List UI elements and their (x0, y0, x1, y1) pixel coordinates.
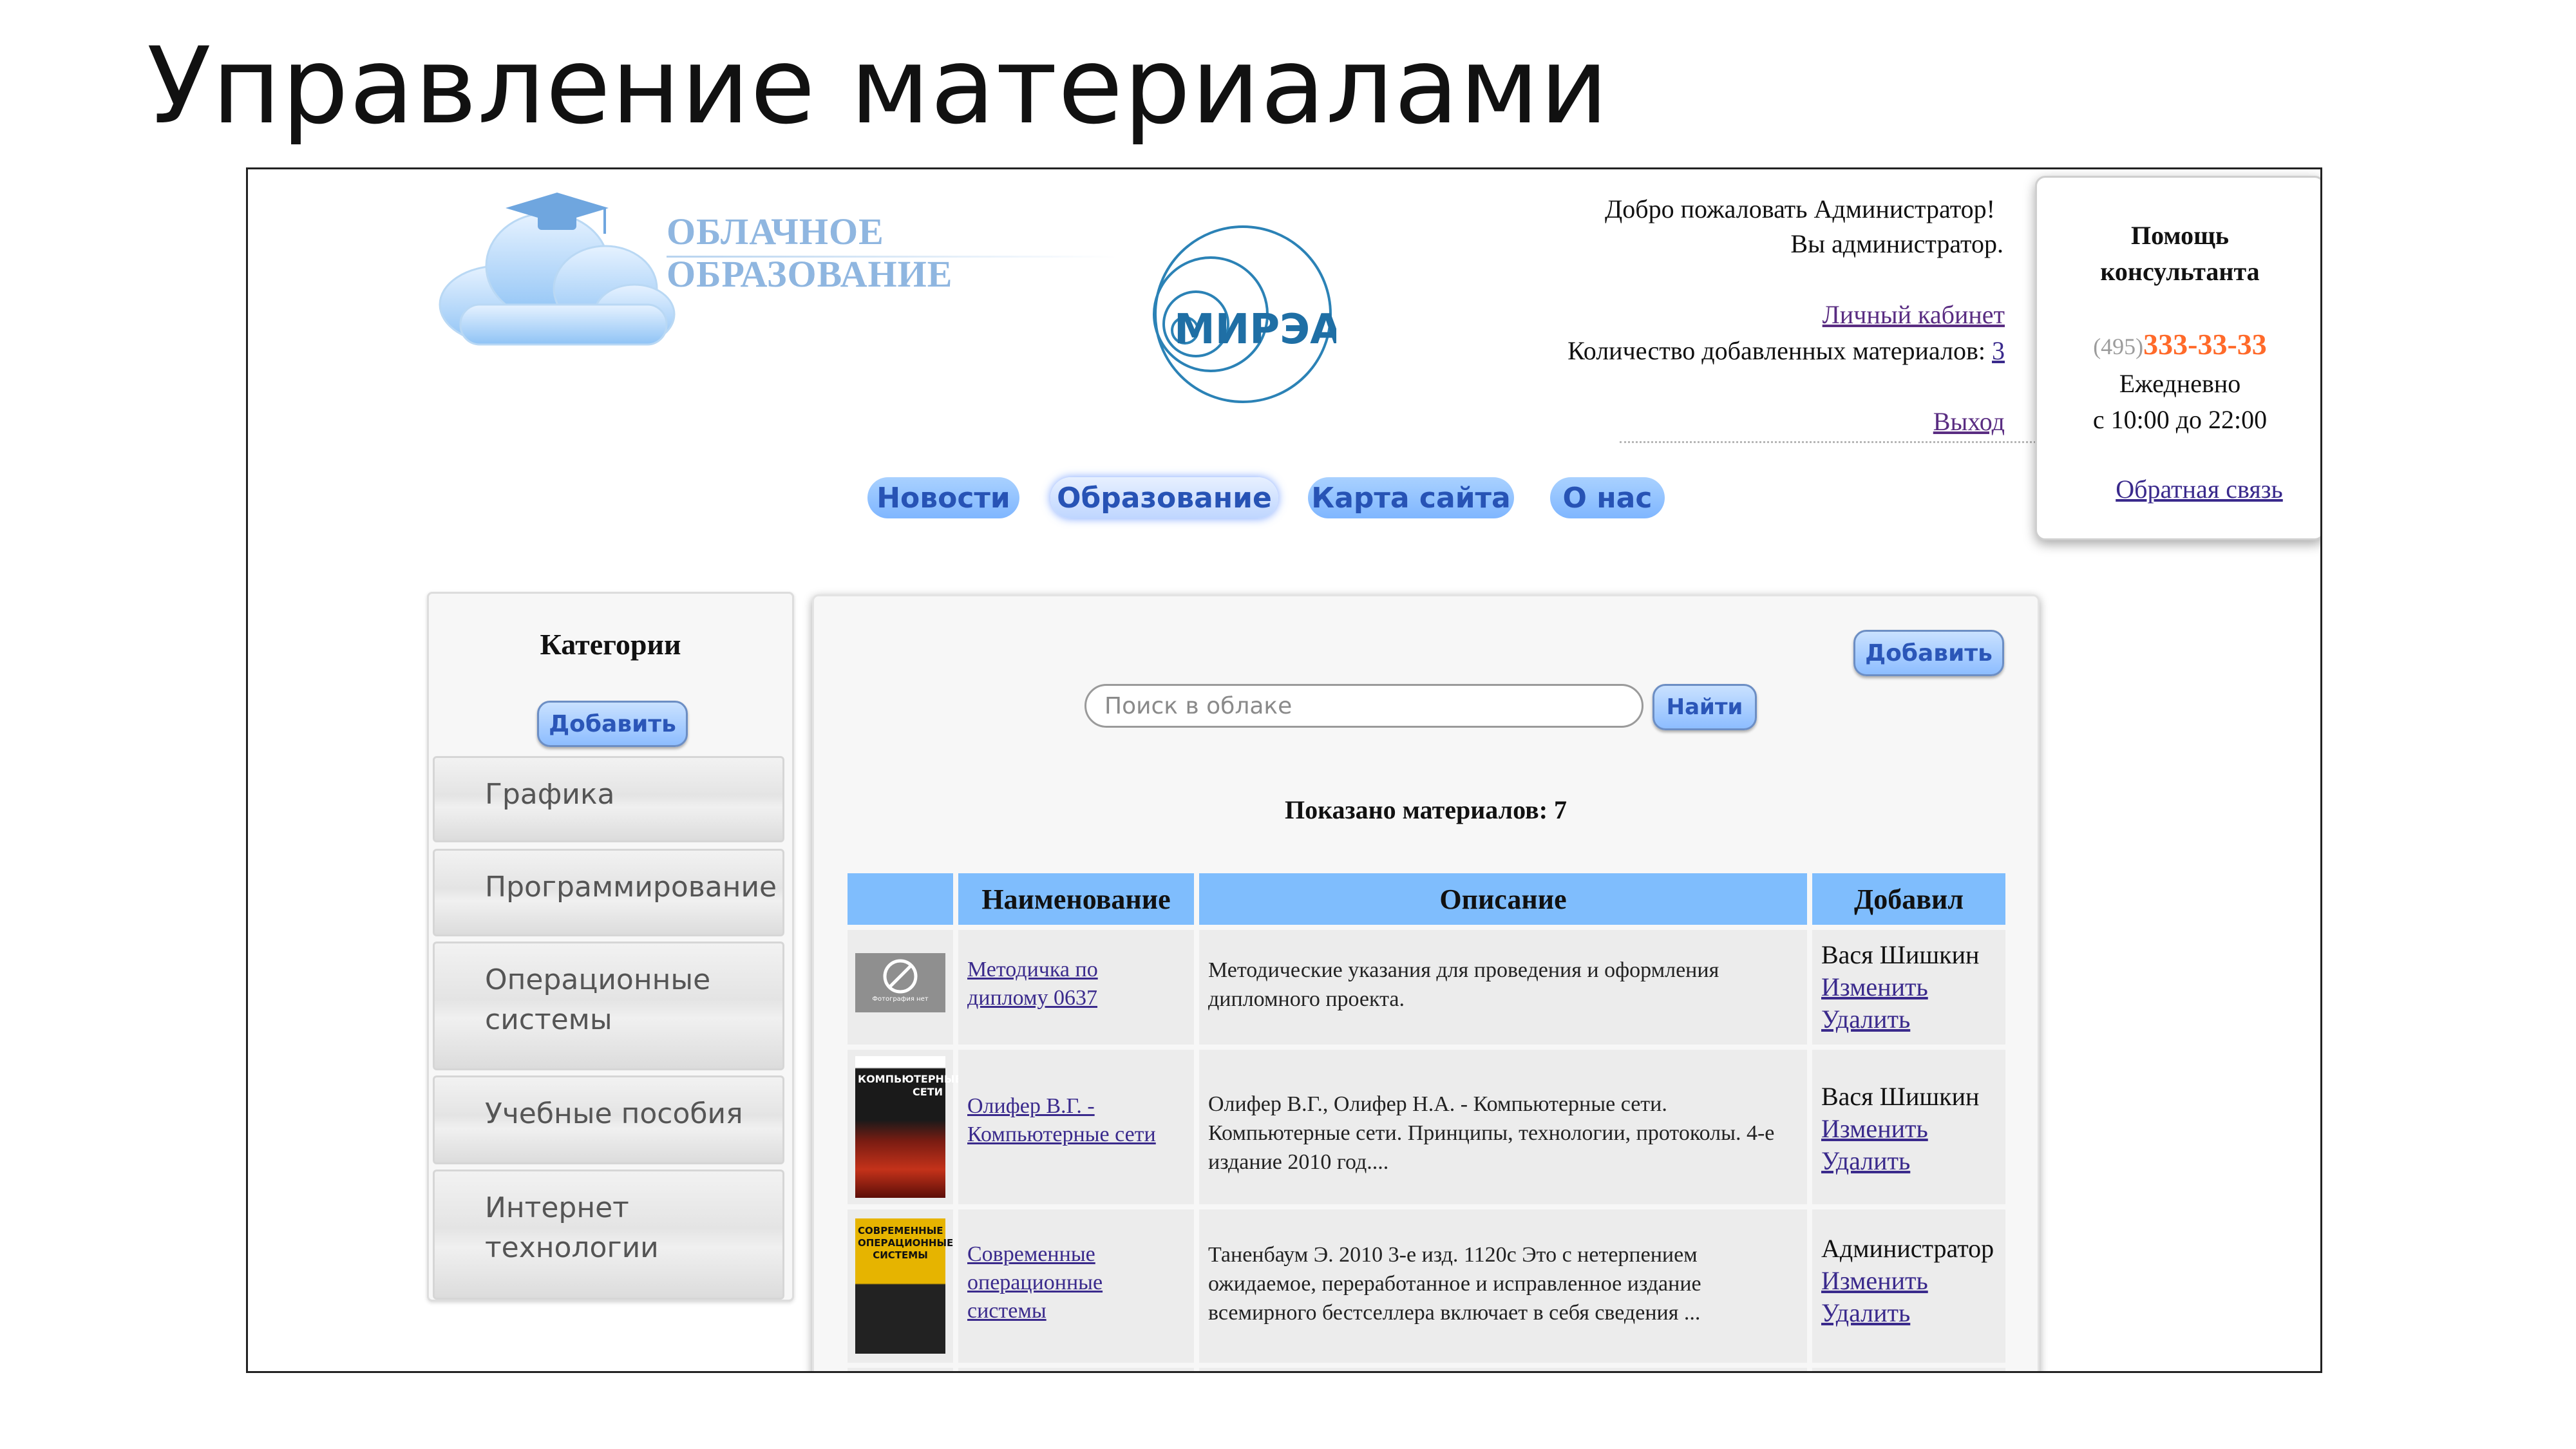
materials-count: Количество добавленных материалов: 3 (1567, 336, 2005, 366)
no-photo-caption: Фотография нет (872, 996, 929, 1003)
edit-link[interactable]: Изменить (1821, 972, 1928, 1001)
search-input[interactable] (1084, 684, 1643, 728)
category-item-graphics[interactable]: Графика (433, 756, 784, 842)
mirea-emblem-icon: МИРЭА (1153, 225, 1336, 403)
role-text: Вы администратор. (1790, 229, 2003, 258)
materials-count-link[interactable]: 3 (1992, 336, 2005, 365)
logo-text-line1: ОБЛАЧНОЕ (667, 211, 884, 252)
table-row-description (1199, 1368, 1807, 1371)
nav-news[interactable]: Новости (867, 477, 1019, 518)
phone-code: (495) (2093, 334, 2144, 359)
materials-count-label: Количество добавленных материалов: (1567, 336, 1985, 365)
author-name: Вася Шишкин (1821, 1082, 1980, 1111)
table-row-name: Олифер В.Г. - Компьютерные сети (958, 1050, 1194, 1204)
materials-panel: Добавить Найти Показано материалов: 7 На… (812, 594, 2040, 1371)
table-row-description: Таненбаум Э. 2010 3-е изд. 1120с Это с н… (1199, 1209, 1807, 1363)
feedback-link[interactable]: Обратная связь (2037, 474, 2320, 504)
table-row-description: Методические указания для проведения и о… (1199, 930, 1807, 1045)
author-name: Администратор (1821, 1234, 1994, 1263)
material-link[interactable]: Методичка по дипломy 0637 (967, 958, 1098, 1010)
mirea-logo-text: МИРЭА (1174, 306, 1336, 354)
table-header-thumb (848, 873, 953, 925)
table-header-name: Наименование (958, 873, 1194, 925)
book-cover-title: СОВРЕМЕННЫЕ ОПЕРАЦИОННЫЕ СИСТЕМЫ (858, 1225, 954, 1261)
help-title-line2: консультанта (2100, 257, 2260, 286)
no-photo-icon (883, 959, 918, 994)
edit-link[interactable]: Изменить (1821, 1114, 1928, 1143)
nav-about[interactable]: О нас (1550, 477, 1665, 518)
logout-link[interactable]: Выход (1933, 406, 2005, 437)
table-row-added-by: Вася Шишкин Изменить Удалить (1812, 1050, 2005, 1204)
logo-text-line2: ОБРАЗОВАНИЕ (667, 253, 953, 295)
table-row-thumb: Фотография нет (848, 930, 953, 1045)
categories-title: Категории (540, 628, 681, 661)
add-material-button[interactable]: Добавить (1853, 630, 2004, 676)
book-cover-title: КОМПЬЮТЕРНЫЕ СЕТИ (858, 1073, 962, 1098)
cloud-logo[interactable]: ОБЛАЧНОЕ ОБРАЗОВАНИЕ (435, 182, 1117, 350)
slide-title: Управление материалами (147, 24, 1609, 147)
table-row-name (958, 1368, 1194, 1371)
categories-sidebar: Категории Добавить Графика Программирова… (427, 592, 794, 1302)
table-row-added-by: Администратор Изменить Удалить (1812, 1209, 2005, 1363)
consultant-help-box: Помощь консультанта (495)333-33-33 Ежедн… (2035, 176, 2320, 540)
table-row-thumb: КОМПЬЮТЕРНЫЕ СЕТИ (848, 1050, 962, 1204)
table-row-name: Методичка по дипломy 0637 (958, 930, 1194, 1045)
table-row-added-by (1812, 1368, 2005, 1371)
material-link[interactable]: Современные операционные системы (967, 1242, 1103, 1323)
table-row-name: Современные операционные системы (958, 1209, 1194, 1363)
nav-sitemap[interactable]: Карта сайта (1308, 477, 1514, 518)
category-item-textbooks[interactable]: Учебные пособия (433, 1075, 784, 1164)
material-link[interactable]: Олифер В.Г. - Компьютерные сети (967, 1094, 1156, 1146)
book-cover-networks[interactable]: КОМПЬЮТЕРНЫЕ СЕТИ (855, 1056, 962, 1198)
browser-screenshot-frame: ОБЛАЧНОЕ ОБРАЗОВАНИЕ МИРЭА Добро пожалов… (246, 167, 2322, 1373)
cloud-icon (439, 193, 676, 346)
category-item-programming[interactable]: Программирование (433, 849, 784, 936)
welcome-text: Добро пожаловать Администратор! (1604, 194, 1995, 223)
mirea-logo[interactable]: МИРЭА (1150, 221, 1336, 408)
delete-link[interactable]: Удалить (1821, 1146, 1910, 1175)
cabinet-link[interactable]: Личный кабинет (1823, 299, 2005, 330)
shown-materials-count: Показано материалов: 7 (1284, 795, 1567, 824)
delete-link[interactable]: Удалить (1821, 1005, 1910, 1034)
table-header-added-by: Добавил (1812, 873, 2005, 925)
edit-link[interactable]: Изменить (1821, 1266, 1928, 1295)
search-button[interactable]: Найти (1653, 684, 1757, 730)
schedule-line1: Ежедневно (2119, 369, 2241, 398)
category-item-operating-systems[interactable]: Операционные системы (433, 942, 784, 1070)
delete-link[interactable]: Удалить (1821, 1298, 1910, 1327)
add-category-button[interactable]: Добавить (537, 701, 688, 747)
table-row-thumb: СОВРЕМЕННЫЕ ОПЕРАЦИОННЫЕ СИСТЕМЫ (848, 1209, 953, 1363)
table-row-description: Олифер В.Г., Олифер Н.А. - Компьютерные … (1199, 1050, 1807, 1204)
table-row-thumb (848, 1368, 953, 1371)
help-phone: (495)333-33-33 (2037, 327, 2320, 361)
nav-education[interactable]: Образование (1050, 477, 1278, 518)
category-item-internet-technologies[interactable]: Интернет технологии (433, 1170, 784, 1300)
phone-number: 333-33-33 (2143, 328, 2267, 361)
schedule-line2: с 10:00 до 22:00 (2092, 405, 2268, 434)
book-cover-os[interactable]: СОВРЕМЕННЫЕ ОПЕРАЦИОННЫЕ СИСТЕМЫ (855, 1218, 954, 1354)
author-name: Вася Шишкин (1821, 940, 1980, 969)
table-row-added-by: Вася Шишкин Изменить Удалить (1812, 930, 2005, 1045)
no-photo-thumbnail[interactable]: Фотография нет (855, 953, 945, 1012)
help-title-line1: Помощь (2131, 221, 2229, 250)
table-header-description: Описание (1199, 873, 1807, 925)
